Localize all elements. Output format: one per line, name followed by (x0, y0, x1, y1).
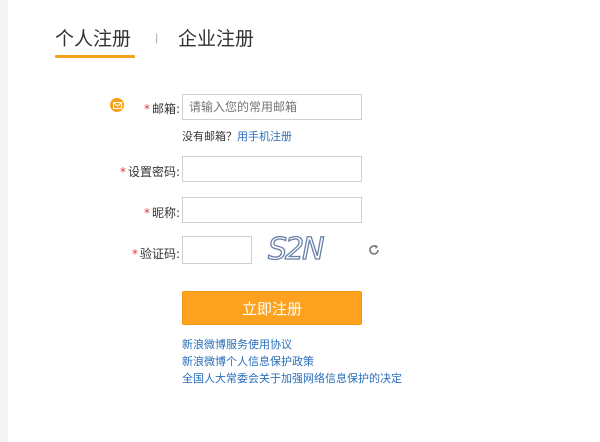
active-tab-underline (55, 55, 135, 58)
no-email-hint: 没有邮箱？用手机注册 (182, 128, 292, 144)
captcha-label: * 验证码: (132, 245, 180, 262)
nickname-input[interactable] (182, 197, 362, 223)
tab-personal-registration[interactable]: 个人注册 (55, 24, 135, 58)
password-input[interactable] (182, 156, 362, 182)
captcha-text: S2N (268, 232, 324, 267)
tab-personal-label: 个人注册 (55, 28, 132, 50)
network-info-protection-link[interactable]: 全国人大常委会关于加强网络信息保护的决定 (182, 370, 402, 387)
required-mark: * (143, 102, 150, 116)
password-label-text: 设置密码: (127, 165, 180, 179)
service-agreement-link[interactable]: 新浪微博服务使用协议 (182, 336, 402, 353)
email-input[interactable] (182, 94, 362, 120)
captcha-input[interactable] (182, 236, 252, 264)
required-mark: * (119, 165, 126, 179)
password-label: * 设置密码: (120, 163, 180, 180)
page-left-rule (0, 0, 8, 442)
captcha-image: S2N (267, 231, 326, 267)
privacy-policy-link[interactable]: 新浪微博个人信息保护政策 (182, 353, 402, 370)
tab-enterprise-registration[interactable]: 企业注册 (178, 24, 254, 51)
no-email-text: 没有邮箱？ (182, 130, 237, 143)
nickname-label-text: 昵称: (151, 206, 180, 220)
register-submit-button[interactable]: 立即注册 (182, 291, 362, 325)
tab-separator: | (155, 33, 159, 44)
captcha-label-text: 验证码: (139, 247, 180, 261)
envelope-icon (110, 98, 124, 112)
policy-links: 新浪微博服务使用协议 新浪微博个人信息保护政策 全国人大常委会关于加强网络信息保… (182, 336, 402, 387)
nickname-label: * 昵称: (144, 204, 180, 221)
tab-enterprise-label: 企业注册 (178, 28, 255, 50)
required-mark: * (143, 206, 150, 220)
refresh-icon[interactable] (367, 243, 381, 257)
email-label-text: 邮箱: (151, 102, 180, 116)
register-by-phone-link[interactable]: 用手机注册 (237, 130, 292, 143)
required-mark: * (131, 247, 138, 261)
email-label: * 邮箱: (144, 100, 180, 117)
